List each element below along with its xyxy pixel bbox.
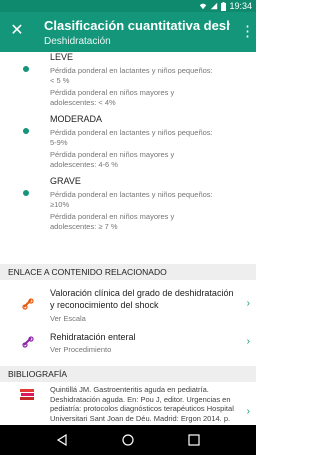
level-line: Pérdida ponderal en lactantes y niños pe… xyxy=(50,128,213,137)
level-line: ≥10% xyxy=(50,200,70,209)
recents-icon[interactable] xyxy=(188,434,200,446)
level-name: LEVE xyxy=(50,52,74,62)
status-time: 19:34 xyxy=(229,1,252,11)
related-link-valoracion[interactable]: Valoración clínica del grado de deshidra… xyxy=(0,284,256,328)
chevron-right-icon: › xyxy=(246,298,250,309)
related-link-subtitle: Ver Escala xyxy=(50,314,86,323)
battery-icon xyxy=(221,1,227,11)
wifi-icon xyxy=(200,3,207,10)
page-title: Clasificación cuantitativa deshidratació… xyxy=(44,18,230,33)
overflow-menu-icon[interactable]: ⋮ xyxy=(240,23,255,41)
level-line: Pérdida ponderal en niños mayores y xyxy=(50,212,175,221)
level-line: Pérdida ponderal en lactantes y niños pe… xyxy=(50,66,213,75)
page-subtitle: Deshidratación xyxy=(44,36,111,47)
link-icon xyxy=(22,298,34,310)
chevron-right-icon: › xyxy=(246,406,250,417)
level-line: adolescentes: 4-6 % xyxy=(50,160,118,169)
status-bar: 19:34 xyxy=(0,0,256,12)
related-link-title: Valoración clínica del grado de deshidra… xyxy=(50,288,234,310)
book-icon xyxy=(20,389,34,400)
level-item-grave: GRAVE Pérdida ponderal en lactantes y ni… xyxy=(0,176,256,232)
home-icon[interactable] xyxy=(122,434,134,446)
level-item-moderada: MODERADA Pérdida ponderal en lactantes y… xyxy=(0,114,256,170)
level-line: < 5 % xyxy=(50,76,70,85)
related-content-header: ENLACE A CONTENIDO RELACIONADO xyxy=(0,264,256,280)
bullet-icon xyxy=(23,190,29,196)
level-name: GRAVE xyxy=(50,176,81,186)
app-bar: ✕ Clasificación cuantitativa deshidratac… xyxy=(0,12,256,52)
level-line: 5-9% xyxy=(50,138,68,147)
navigation-bar xyxy=(0,425,256,455)
level-line: adolescentes: ≥ 7 % xyxy=(50,222,118,231)
content: LEVE Pérdida ponderal en lactantes y niñ… xyxy=(0,52,256,425)
bullet-icon xyxy=(23,128,29,134)
back-icon[interactable] xyxy=(56,434,68,446)
level-line: Pérdida ponderal en niños mayores y xyxy=(50,88,175,97)
related-link-title: Rehidratación enteral xyxy=(50,332,136,342)
chevron-right-icon: › xyxy=(246,336,250,347)
bibliography-text: Quintillá JM. Gastroenteritis aguda en p… xyxy=(50,385,234,425)
bibliography-item[interactable]: Quintillá JM. Gastroenteritis aguda en p… xyxy=(0,382,256,425)
level-item-leve: LEVE Pérdida ponderal en lactantes y niñ… xyxy=(0,52,256,108)
signal-icon xyxy=(211,2,218,10)
close-icon[interactable]: ✕ xyxy=(8,22,26,40)
related-link-subtitle: Ver Procedimiento xyxy=(50,345,112,354)
level-line: adolescentes: < 4% xyxy=(50,98,116,107)
level-name: MODERADA xyxy=(50,114,103,124)
link-icon xyxy=(22,336,34,348)
bullet-icon xyxy=(23,66,29,72)
level-line: Pérdida ponderal en niños mayores y xyxy=(50,150,175,159)
level-line: Pérdida ponderal en lactantes y niños pe… xyxy=(50,190,213,199)
bibliography-header: BIBLIOGRAFÍA xyxy=(0,366,256,382)
related-link-rehidratacion[interactable]: Rehidratación enteral Ver Procedimiento … xyxy=(0,328,256,360)
